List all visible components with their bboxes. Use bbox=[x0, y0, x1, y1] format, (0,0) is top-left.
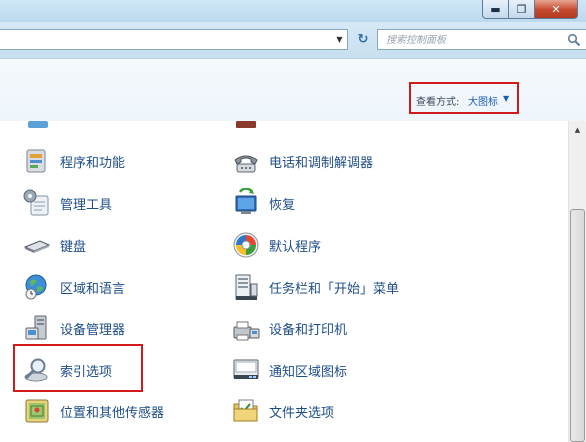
minimize-button[interactable]: ▬ bbox=[482, 0, 509, 19]
region-language-icon bbox=[25, 274, 47, 300]
phone-modem-icon bbox=[234, 155, 258, 173]
admin-tools-item[interactable]: 管理工具 bbox=[22, 186, 202, 220]
taskbar-start-icon bbox=[235, 274, 258, 300]
item-label: 程序和功能 bbox=[60, 156, 126, 171]
chevron-down-icon[interactable]: ▼ bbox=[503, 94, 509, 103]
taskbar-start-item[interactable]: 任务栏和「开始」菜单 bbox=[231, 270, 471, 304]
address-toolbar: ▼ ↻ bbox=[0, 22, 586, 58]
refresh-icon[interactable]: ↻ bbox=[352, 29, 374, 50]
devices-printers-item[interactable]: 设备和打印机 bbox=[231, 311, 471, 345]
default-programs-icon bbox=[233, 232, 259, 258]
item-label: 管理工具 bbox=[60, 198, 113, 213]
item-label: 恢复 bbox=[269, 198, 296, 213]
maximize-button[interactable]: ❐ bbox=[509, 0, 535, 19]
notification-area-icon bbox=[233, 359, 259, 379]
devices-printers-icon bbox=[233, 321, 260, 341]
item-label: 设备和打印机 bbox=[269, 323, 348, 338]
view-by-dropdown[interactable]: 大图标 bbox=[468, 93, 498, 108]
region-language-item[interactable]: 区域和语言 bbox=[22, 270, 202, 304]
window-controls: ▬ ❐ ✕ bbox=[482, 0, 578, 19]
item-label: 默认程序 bbox=[269, 240, 322, 255]
address-field[interactable]: ▼ bbox=[0, 29, 348, 50]
close-button[interactable]: ✕ bbox=[535, 0, 578, 19]
location-sensors-icon bbox=[25, 399, 49, 423]
recovery-icon bbox=[235, 188, 257, 214]
folder-options-item[interactable]: 文件夹选项 bbox=[231, 394, 471, 428]
device-manager-icon bbox=[25, 315, 47, 340]
recovery-item[interactable]: 恢复 bbox=[231, 186, 471, 220]
folder-options-icon bbox=[233, 399, 258, 422]
indexing-options-highlight bbox=[13, 344, 143, 392]
device-manager-item[interactable]: 设备管理器 bbox=[22, 311, 202, 345]
partial-item-icon bbox=[236, 121, 256, 128]
search-box[interactable] bbox=[377, 29, 586, 50]
scroll-thumb[interactable] bbox=[570, 209, 585, 442]
vertical-scrollbar[interactable]: ▲ bbox=[568, 121, 586, 442]
item-label: 通知区域图标 bbox=[269, 365, 348, 380]
item-label: 位置和其他传感器 bbox=[60, 406, 165, 421]
location-sensors-item[interactable]: 位置和其他传感器 bbox=[22, 394, 202, 428]
item-label: 电话和调制解调器 bbox=[269, 156, 374, 171]
view-by-label: 查看方式: bbox=[416, 97, 460, 108]
keyboard-icon bbox=[23, 240, 51, 253]
item-label: 键盘 bbox=[60, 240, 87, 255]
item-label: 设备管理器 bbox=[60, 323, 126, 338]
keyboard-item[interactable]: 键盘 bbox=[22, 228, 202, 262]
scroll-up-icon[interactable]: ▲ bbox=[569, 121, 586, 138]
notification-area-item[interactable]: 通知区域图标 bbox=[231, 353, 471, 387]
search-icon[interactable] bbox=[567, 33, 581, 47]
programs-features-icon bbox=[26, 149, 46, 173]
programs-features-item[interactable]: 程序和功能 bbox=[22, 144, 202, 178]
default-programs-item[interactable]: 默认程序 bbox=[231, 228, 471, 262]
address-dropdown-icon[interactable]: ▼ bbox=[332, 30, 347, 49]
admin-tools-icon bbox=[23, 189, 49, 216]
item-label: 任务栏和「开始」菜单 bbox=[269, 282, 400, 297]
partial-item-icon bbox=[28, 121, 48, 128]
phone-modem-item[interactable]: 电话和调制解调器 bbox=[231, 144, 471, 178]
item-label: 区域和语言 bbox=[60, 282, 126, 297]
item-label: 文件夹选项 bbox=[269, 406, 335, 421]
search-input[interactable] bbox=[384, 32, 563, 49]
title-bar: ▬ ❐ ✕ bbox=[0, 0, 586, 22]
